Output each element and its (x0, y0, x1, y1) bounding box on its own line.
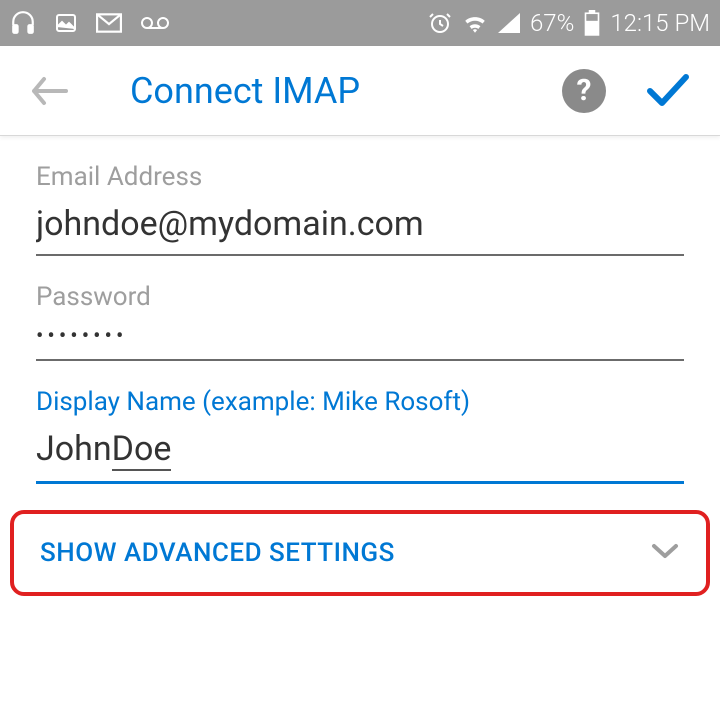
question-icon: ? (577, 73, 592, 108)
show-advanced-label: SHOW ADVANCED SETTINGS (40, 538, 395, 568)
image-icon (54, 11, 78, 35)
email-label: Email Address (36, 162, 684, 192)
signal-icon (498, 13, 520, 33)
help-button[interactable]: ? (562, 69, 606, 113)
headphones-icon (10, 10, 36, 36)
back-button[interactable] (30, 75, 80, 107)
alarm-icon (428, 11, 452, 35)
display-name-input[interactable]: John Doe (36, 429, 684, 484)
status-left (10, 10, 170, 36)
password-label: Password (36, 282, 684, 312)
password-input[interactable] (36, 324, 684, 361)
clock-time: 12:15 PM (610, 9, 710, 37)
wifi-icon (462, 13, 488, 33)
mail-icon (96, 13, 122, 33)
display-name-label: Display Name (example: Mike Rosoft) (36, 387, 684, 417)
confirm-button[interactable] (646, 73, 690, 109)
battery-icon (584, 10, 600, 36)
voicemail-icon (140, 14, 170, 32)
check-icon (646, 73, 690, 109)
form: Email Address Password Display Name (exa… (0, 136, 720, 484)
display-name-field: Display Name (example: Mike Rosoft) John… (36, 387, 684, 484)
status-bar: 67% 12:15 PM (0, 0, 720, 46)
display-name-first: John (36, 429, 112, 471)
app-bar: Connect IMAP ? (0, 46, 720, 136)
email-field: Email Address (36, 162, 684, 256)
chevron-down-icon (650, 542, 680, 564)
email-input[interactable] (36, 204, 684, 256)
password-field: Password (36, 282, 684, 361)
display-name-last: Doe (112, 429, 172, 471)
status-right: 67% 12:15 PM (428, 9, 710, 37)
page-title: Connect IMAP (130, 70, 360, 112)
battery-percent: 67% (530, 9, 574, 37)
show-advanced-button[interactable]: SHOW ADVANCED SETTINGS (10, 510, 710, 596)
